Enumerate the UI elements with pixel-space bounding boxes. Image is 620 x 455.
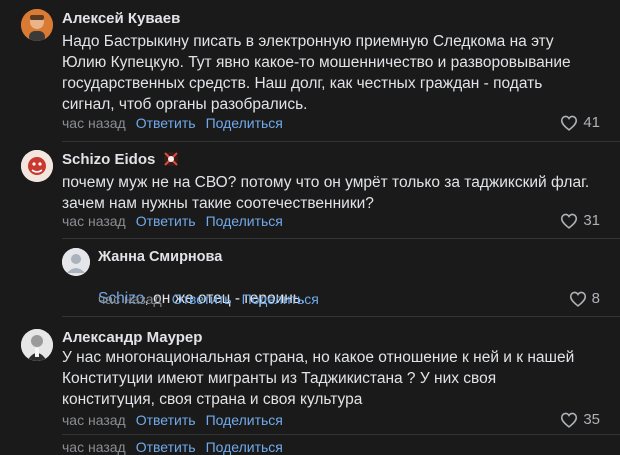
like-button[interactable]: 35	[560, 411, 600, 428]
user-photo-icon	[21, 150, 53, 182]
share-button[interactable]: Поделиться	[206, 412, 283, 428]
default-avatar-icon	[62, 248, 90, 276]
comment-time: час назад	[98, 291, 162, 307]
divider	[62, 316, 620, 317]
reply-button[interactable]: Ответить	[136, 115, 196, 131]
heart-icon	[561, 213, 578, 229]
comment-time: час назад	[62, 115, 126, 131]
comment-actions: час назад Ответить Поделиться	[62, 412, 283, 428]
comment-actions: час назад Ответить Поделиться	[62, 115, 283, 131]
comment-author[interactable]: Schizo Eidos	[62, 150, 181, 168]
like-count: 31	[583, 212, 600, 229]
comment-author[interactable]: Александр Маурер	[62, 329, 202, 346]
reply-button[interactable]: Ответить	[172, 291, 232, 307]
comment-actions: час назад Ответить Поделиться	[62, 439, 283, 455]
user-photo-icon	[21, 329, 53, 361]
avatar[interactable]	[62, 248, 90, 276]
comment-text: У нас многонациональная страна, но какое…	[62, 349, 575, 408]
reply-button[interactable]: Ответить	[136, 412, 196, 428]
like-button[interactable]: 8	[569, 290, 600, 307]
divider	[62, 434, 620, 435]
status-emoji-icon	[164, 152, 179, 166]
heart-icon	[561, 412, 578, 428]
reply-button[interactable]: Ответить	[136, 213, 196, 229]
comment-text: почему муж не на СВО? потому что он умрё…	[62, 174, 590, 212]
share-button[interactable]: Поделиться	[206, 439, 283, 455]
heart-icon	[561, 115, 578, 131]
author-name: Schizo Eidos	[62, 150, 156, 168]
share-button[interactable]: Поделиться	[206, 213, 283, 229]
comment-author[interactable]: Жанна Смирнова	[98, 249, 222, 265]
avatar[interactable]	[21, 9, 53, 41]
divider	[62, 141, 620, 142]
avatar[interactable]	[21, 150, 53, 182]
like-button[interactable]: 41	[560, 114, 600, 131]
divider	[62, 238, 620, 239]
user-photo-icon	[21, 9, 53, 41]
comment-time: час назад	[62, 412, 126, 428]
like-count: 35	[583, 411, 600, 428]
comment-time: час назад	[62, 213, 126, 229]
like-count: 8	[591, 290, 600, 307]
comment-text: Надо Бастрыкину писать в электронную при…	[62, 33, 571, 113]
like-button[interactable]: 31	[560, 212, 600, 229]
avatar[interactable]	[21, 329, 53, 361]
comment-author[interactable]: Алексей Куваев	[62, 10, 180, 27]
reply-button[interactable]: Ответить	[136, 439, 196, 455]
comment-actions: час назад Ответить Поделиться	[62, 213, 283, 229]
heart-icon	[569, 291, 586, 307]
share-button[interactable]: Поделиться	[242, 291, 319, 307]
comment-actions: час назад Ответить Поделиться	[98, 291, 319, 307]
like-count: 41	[583, 114, 600, 131]
comment-time: час назад	[62, 439, 126, 455]
share-button[interactable]: Поделиться	[206, 115, 283, 131]
